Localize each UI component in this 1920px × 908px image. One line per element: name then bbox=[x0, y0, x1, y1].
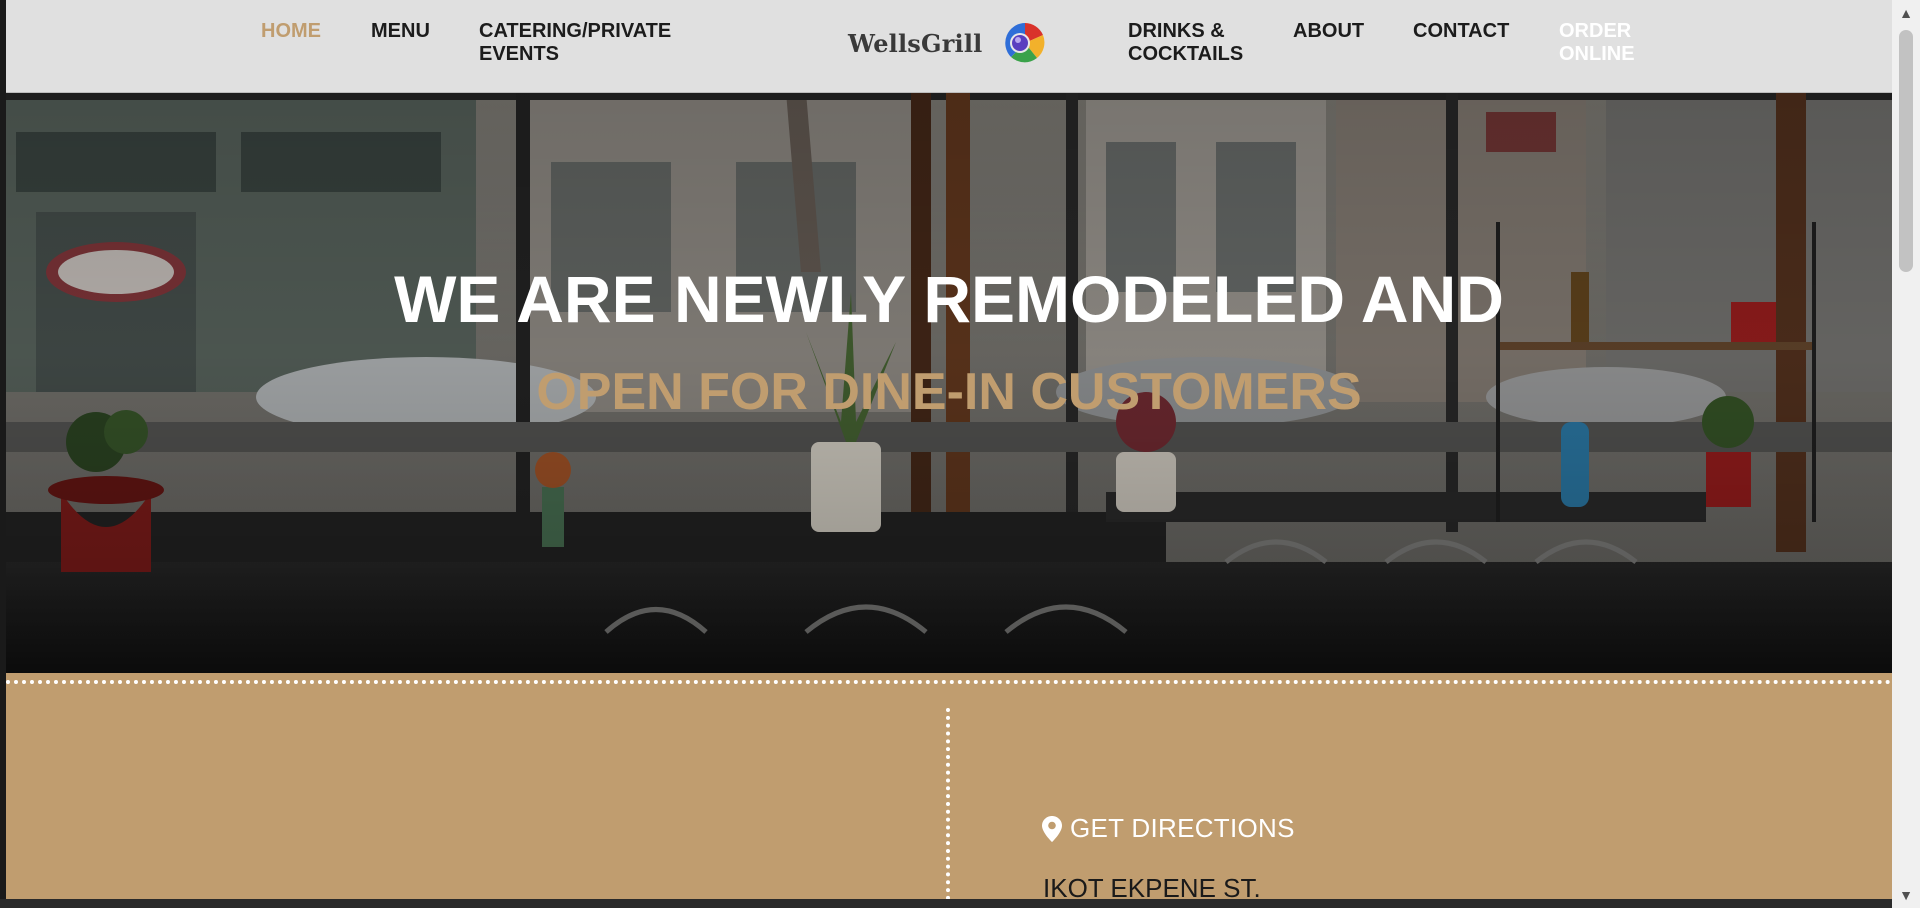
nav-drinks-link[interactable]: DRINKS & COCKTAILS bbox=[1128, 20, 1243, 66]
get-directions-link[interactable]: GET DIRECTIONS bbox=[1042, 813, 1295, 844]
brand-logo-link[interactable]: WellsGrill bbox=[848, 20, 1047, 66]
dotted-divider-horizontal bbox=[6, 680, 1892, 684]
scroll-up-arrow-icon[interactable]: ▲ bbox=[1892, 0, 1920, 26]
page-viewport: HOME MENU CATERING/PRIVATE EVENTS WellsG… bbox=[6, 0, 1892, 899]
hero-banner: WE ARE NEWLY REMODELED AND OPEN FOR DINE… bbox=[6, 92, 1892, 673]
nav-contact-link[interactable]: CONTACT bbox=[1413, 20, 1509, 43]
vertical-scrollbar[interactable]: ▲ ▼ bbox=[1892, 0, 1920, 908]
brand-name: WellsGrill bbox=[848, 28, 983, 58]
address-text: IKOT EKPENE ST. bbox=[1043, 873, 1261, 899]
map-pin-icon bbox=[1042, 815, 1062, 842]
dotted-divider-vertical bbox=[946, 708, 950, 899]
horizontal-scroll-strip bbox=[0, 899, 1892, 908]
nav-catering-link[interactable]: CATERING/PRIVATE EVENTS bbox=[479, 20, 671, 66]
site-header: HOME MENU CATERING/PRIVATE EVENTS WellsG… bbox=[6, 0, 1892, 93]
scroll-down-arrow-icon[interactable]: ▼ bbox=[1892, 882, 1920, 908]
hero-title: WE ARE NEWLY REMODELED AND bbox=[394, 262, 1504, 336]
nav-menu-link[interactable]: MENU bbox=[371, 20, 430, 43]
hero-subtitle: OPEN FOR DINE-IN CUSTOMERS bbox=[536, 363, 1362, 421]
sphere-logo-icon bbox=[1004, 23, 1044, 63]
info-section: GET DIRECTIONS IKOT EKPENE ST. bbox=[6, 673, 1892, 899]
scrollbar-thumb[interactable] bbox=[1899, 30, 1913, 272]
nav-order-online-link[interactable]: ORDER ONLINE bbox=[1559, 20, 1635, 66]
nav-home-link[interactable]: HOME bbox=[261, 20, 321, 43]
nav-about-link[interactable]: ABOUT bbox=[1293, 20, 1364, 43]
get-directions-label: GET DIRECTIONS bbox=[1070, 813, 1295, 843]
